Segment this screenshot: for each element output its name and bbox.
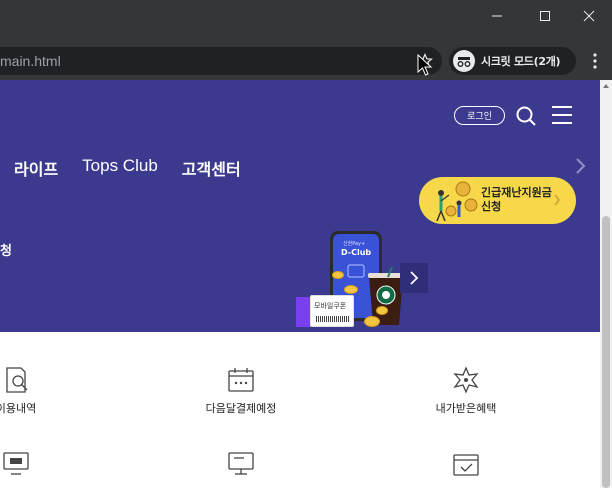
hamburger-menu-icon[interactable] [551, 105, 573, 125]
minimize-icon[interactable] [474, 0, 520, 32]
scroll-up-icon[interactable] [603, 84, 609, 88]
incognito-icon [453, 50, 475, 72]
nav-item-customer-center[interactable]: 고객센터 [182, 156, 241, 180]
browser-menu-icon[interactable] [585, 50, 605, 72]
service-label: 이용내역 [0, 402, 37, 415]
phone-small-text: 신한Pay+ [343, 241, 366, 247]
mouse-cursor-icon [417, 54, 433, 76]
browser-toolbar: main.html 시크릿 모드(2개) [0, 42, 612, 80]
emergency-support-banner[interactable]: 긴급재난지원금 신청 [419, 177, 576, 224]
service-usage-history[interactable]: 이용내역 [0, 366, 86, 416]
service-row2-item-2[interactable] [171, 450, 311, 478]
search-icon[interactable] [515, 105, 537, 127]
monitor-won-icon [3, 452, 29, 475]
service-row2-item-3[interactable] [396, 450, 536, 478]
pill-line-1: 긴급재난지원금 [481, 186, 552, 199]
pill-line-2: 신청 [481, 200, 502, 213]
service-label: 다음달결제예정 [205, 402, 277, 415]
chevron-right-icon [410, 271, 419, 285]
coupon-illustration: 모바일쿠폰 [310, 295, 354, 327]
card-icon [347, 264, 365, 278]
coin-icon [364, 316, 380, 327]
service-my-benefits[interactable]: 내가받은혜택 [396, 366, 536, 416]
gift-burst-icon [453, 366, 479, 394]
coin-icon [376, 306, 388, 315]
coin-icon [332, 271, 344, 279]
pill-chevron-icon [554, 194, 560, 206]
service-row2-item-1[interactable] [0, 450, 86, 478]
coupon-text: 모바일쿠폰 [314, 302, 347, 310]
monitor-icon [228, 452, 254, 475]
service-label: 내가받은혜택 [435, 402, 497, 415]
maximize-icon[interactable] [522, 0, 568, 32]
incognito-label: 시크릿 모드(2개) [481, 55, 561, 68]
browser-titlebar [0, 0, 612, 42]
incognito-badge[interactable]: 시크릿 모드(2개) [449, 47, 576, 75]
scrollbar-thumb[interactable] [602, 216, 610, 488]
service-next-month-payment[interactable]: 다음달결제예정 [171, 366, 311, 416]
hero-banner: 로그인 라이프 Tops Club 고객센터 긴급재난지원금 신청 청 신한Pa… [0, 80, 600, 332]
money-people-illustration-icon [436, 181, 478, 222]
service-grid: 이용내역 다음달결제예정 내가받은혜택 [0, 332, 600, 488]
nav-next-chevron-icon[interactable] [572, 156, 588, 176]
coin-icon [344, 285, 358, 294]
calendar-check-icon [453, 454, 479, 476]
pill-text: 긴급재난지원금 신청 [481, 186, 552, 214]
nav-item-life[interactable]: 라이프 [14, 156, 58, 180]
nav-item-tops-club[interactable]: Tops Club [82, 156, 158, 180]
hero-title: 청 [0, 244, 12, 259]
close-icon[interactable] [566, 0, 612, 32]
address-bar[interactable]: main.html [0, 47, 442, 75]
login-button[interactable]: 로그인 [454, 106, 505, 125]
page-scrollbar[interactable] [600, 80, 612, 488]
main-nav: 라이프 Tops Club 고객센터 [14, 156, 265, 180]
calendar-dots-icon [228, 368, 254, 392]
hero-next-button[interactable] [400, 263, 428, 293]
barcode-icon [316, 316, 350, 322]
url-text: main.html [0, 53, 61, 69]
document-search-icon [6, 367, 28, 393]
phone-brand-text: D-Club [341, 248, 372, 257]
